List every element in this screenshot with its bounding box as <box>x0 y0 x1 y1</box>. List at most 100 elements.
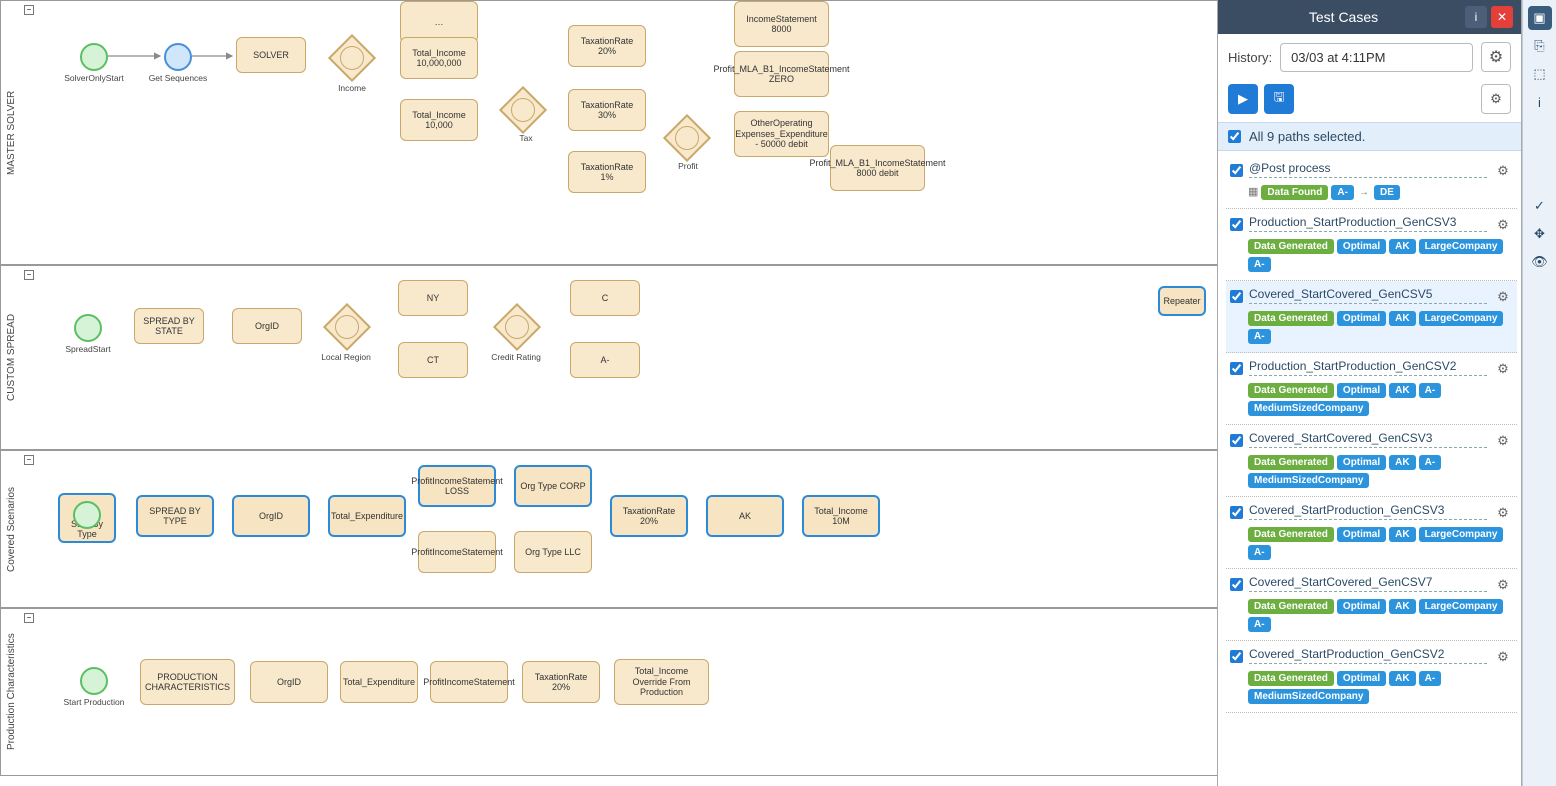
tag: Data Generated <box>1248 455 1334 470</box>
test-case-gear-icon[interactable]: ⚙ <box>1493 215 1513 235</box>
test-case-item[interactable]: @Post process⚙▦Data FoundA-→DE <box>1226 155 1517 209</box>
test-case-gear-icon[interactable]: ⚙ <box>1493 575 1513 595</box>
close-button[interactable]: ✕ <box>1491 6 1513 28</box>
test-case-gear-icon[interactable]: ⚙ <box>1493 647 1513 667</box>
settings-button[interactable]: ⚙ <box>1481 84 1511 114</box>
test-case-gear-icon[interactable]: ⚙ <box>1493 503 1513 523</box>
test-case-item[interactable]: Covered_StartProduction_GenCSV3⚙Data Gen… <box>1226 497 1517 569</box>
test-case-list[interactable]: @Post process⚙▦Data FoundA-→DEProduction… <box>1218 151 1521 786</box>
task-llc[interactable]: Org Type LLC <box>514 531 592 573</box>
test-case-checkbox[interactable] <box>1230 218 1243 231</box>
collapse-toggle[interactable]: − <box>24 613 34 623</box>
task-exp[interactable]: Total_Expenditure <box>328 495 406 537</box>
test-case-name: Covered_StartProduction_GenCSV3 <box>1249 503 1487 520</box>
task-c[interactable]: C <box>570 280 640 316</box>
select-all-label: All 9 paths selected. <box>1249 129 1365 144</box>
rail-terminal-icon[interactable]: ⎘ <box>1528 34 1552 58</box>
task-pc[interactable]: PRODUCTION CHARACTERISTICS <box>140 659 235 705</box>
test-case-item[interactable]: Production_StartProduction_GenCSV3⚙Data … <box>1226 209 1517 281</box>
rail-eye-icon[interactable]: 👁 <box>1528 250 1552 274</box>
tag: A- <box>1419 671 1442 686</box>
rail-move-icon[interactable]: ✥ <box>1528 222 1552 246</box>
rail-panel-toggle[interactable]: ▣ <box>1528 6 1552 30</box>
task-spread[interactable]: SPREAD BY TYPE <box>136 495 214 537</box>
tag: A- <box>1248 545 1271 560</box>
save-button[interactable]: 🖫 <box>1264 84 1294 114</box>
test-case-checkbox[interactable] <box>1230 506 1243 519</box>
task-pils[interactable]: ProfitIncomeStatement LOSS <box>418 465 496 507</box>
diagram-canvas[interactable]: MASTER SOLVER − SolverOnlyStart Get Sequ… <box>0 0 1218 786</box>
test-case-checkbox[interactable] <box>1230 362 1243 375</box>
task-ti10m[interactable]: Total_Income 10,000,000 <box>400 37 478 79</box>
task-corp[interactable]: Org Type CORP <box>514 465 592 507</box>
gateway-income[interactable] <box>328 34 376 82</box>
task-tr20[interactable]: TaxationRate 20% <box>610 495 688 537</box>
task-pmla2[interactable]: Profit_MLA_B1_IncomeStatement 8000 debit <box>830 145 925 191</box>
tag: Optimal <box>1337 527 1386 542</box>
gateway-local[interactable] <box>323 303 371 351</box>
test-case-item[interactable]: Covered_StartProduction_GenCSV2⚙Data Gen… <box>1226 641 1517 713</box>
select-all-row[interactable]: All 9 paths selected. <box>1218 122 1521 151</box>
collapse-toggle[interactable]: − <box>24 455 34 465</box>
task-pis[interactable]: ProfitIncomeStatement <box>430 661 508 703</box>
task-ti10k[interactable]: Total_Income 10,000 <box>400 99 478 141</box>
task-ct[interactable]: CT <box>398 342 468 378</box>
test-case-gear-icon[interactable]: ⚙ <box>1493 431 1513 451</box>
task-incstmt[interactable]: IncomeStatement 8000 <box>734 1 829 47</box>
history-row: History: 03/03 at 4:11PM ⚙ <box>1218 34 1521 80</box>
test-case-gear-icon[interactable]: ⚙ <box>1493 161 1513 181</box>
collapse-toggle[interactable]: − <box>24 5 34 15</box>
test-case-checkbox[interactable] <box>1230 650 1243 663</box>
select-all-checkbox[interactable] <box>1228 130 1241 143</box>
ev-label: Start Production <box>54 697 134 707</box>
test-case-checkbox[interactable] <box>1230 578 1243 591</box>
task-ti10m[interactable]: Total_Income 10M <box>802 495 880 537</box>
intermediate-event[interactable] <box>164 43 192 71</box>
start-event[interactable] <box>73 501 101 529</box>
start-event[interactable] <box>80 667 108 695</box>
gateway-tax[interactable] <box>499 86 547 134</box>
history-value[interactable]: 03/03 at 4:11PM <box>1280 43 1473 72</box>
tag: LargeCompany <box>1419 311 1504 326</box>
panel-controls: ▶ 🖫 ⚙ <box>1218 80 1521 122</box>
test-case-gear-icon[interactable]: ⚙ <box>1493 359 1513 379</box>
task-tr20[interactable]: TaxationRate 20% <box>568 25 646 67</box>
task-org[interactable]: OrgID <box>250 661 328 703</box>
task-pis[interactable]: ProfitIncomeStatement <box>418 531 496 573</box>
test-case-checkbox[interactable] <box>1230 434 1243 447</box>
test-case-checkbox[interactable] <box>1230 164 1243 177</box>
test-case-item[interactable]: Covered_StartCovered_GenCSV3⚙Data Genera… <box>1226 425 1517 497</box>
task-tr1[interactable]: TaxationRate 1% <box>568 151 646 193</box>
test-case-item[interactable]: Covered_StartCovered_GenCSV5⚙Data Genera… <box>1226 281 1517 353</box>
task-exp[interactable]: Total_Expenditure <box>340 661 418 703</box>
rail-check-icon[interactable]: ✓ <box>1528 194 1552 218</box>
gateway-credit[interactable] <box>493 303 541 351</box>
task-tr30[interactable]: TaxationRate 30% <box>568 89 646 131</box>
collapse-toggle[interactable]: − <box>24 270 34 280</box>
task-ak[interactable]: AK <box>706 495 784 537</box>
info-button[interactable]: i <box>1465 6 1487 28</box>
play-button[interactable]: ▶ <box>1228 84 1258 114</box>
task-org[interactable]: OrgID <box>232 495 310 537</box>
task-repeater[interactable]: Repeater <box>1158 286 1206 316</box>
task-ny[interactable]: NY <box>398 280 468 316</box>
test-case-gear-icon[interactable]: ⚙ <box>1493 287 1513 307</box>
rail-info-icon[interactable]: i <box>1528 90 1552 114</box>
task-tr20[interactable]: TaxationRate 20% <box>522 661 600 703</box>
task-other[interactable]: OtherOperating Expenses_Expenditure - 50… <box>734 111 829 157</box>
start-event[interactable] <box>80 43 108 71</box>
task-solver[interactable]: SOLVER <box>236 37 306 73</box>
start-event[interactable] <box>74 314 102 342</box>
task-org[interactable]: OrgID <box>232 308 302 344</box>
test-case-item[interactable]: Covered_StartCovered_GenCSV7⚙Data Genera… <box>1226 569 1517 641</box>
test-case-name: Covered_StartCovered_GenCSV5 <box>1249 287 1487 304</box>
task-tio[interactable]: Total_Income Override From Production <box>614 659 709 705</box>
test-case-item[interactable]: Production_StartProduction_GenCSV2⚙Data … <box>1226 353 1517 425</box>
rail-link-icon[interactable]: ⬚ <box>1528 62 1552 86</box>
task-spread[interactable]: SPREAD BY STATE <box>134 308 204 344</box>
task-am[interactable]: A- <box>570 342 640 378</box>
task-pmla[interactable]: Profit_MLA_B1_IncomeStatement ZERO <box>734 51 829 97</box>
history-settings-button[interactable]: ⚙ <box>1481 42 1511 72</box>
test-case-checkbox[interactable] <box>1230 290 1243 303</box>
gateway-profit[interactable] <box>663 114 711 162</box>
